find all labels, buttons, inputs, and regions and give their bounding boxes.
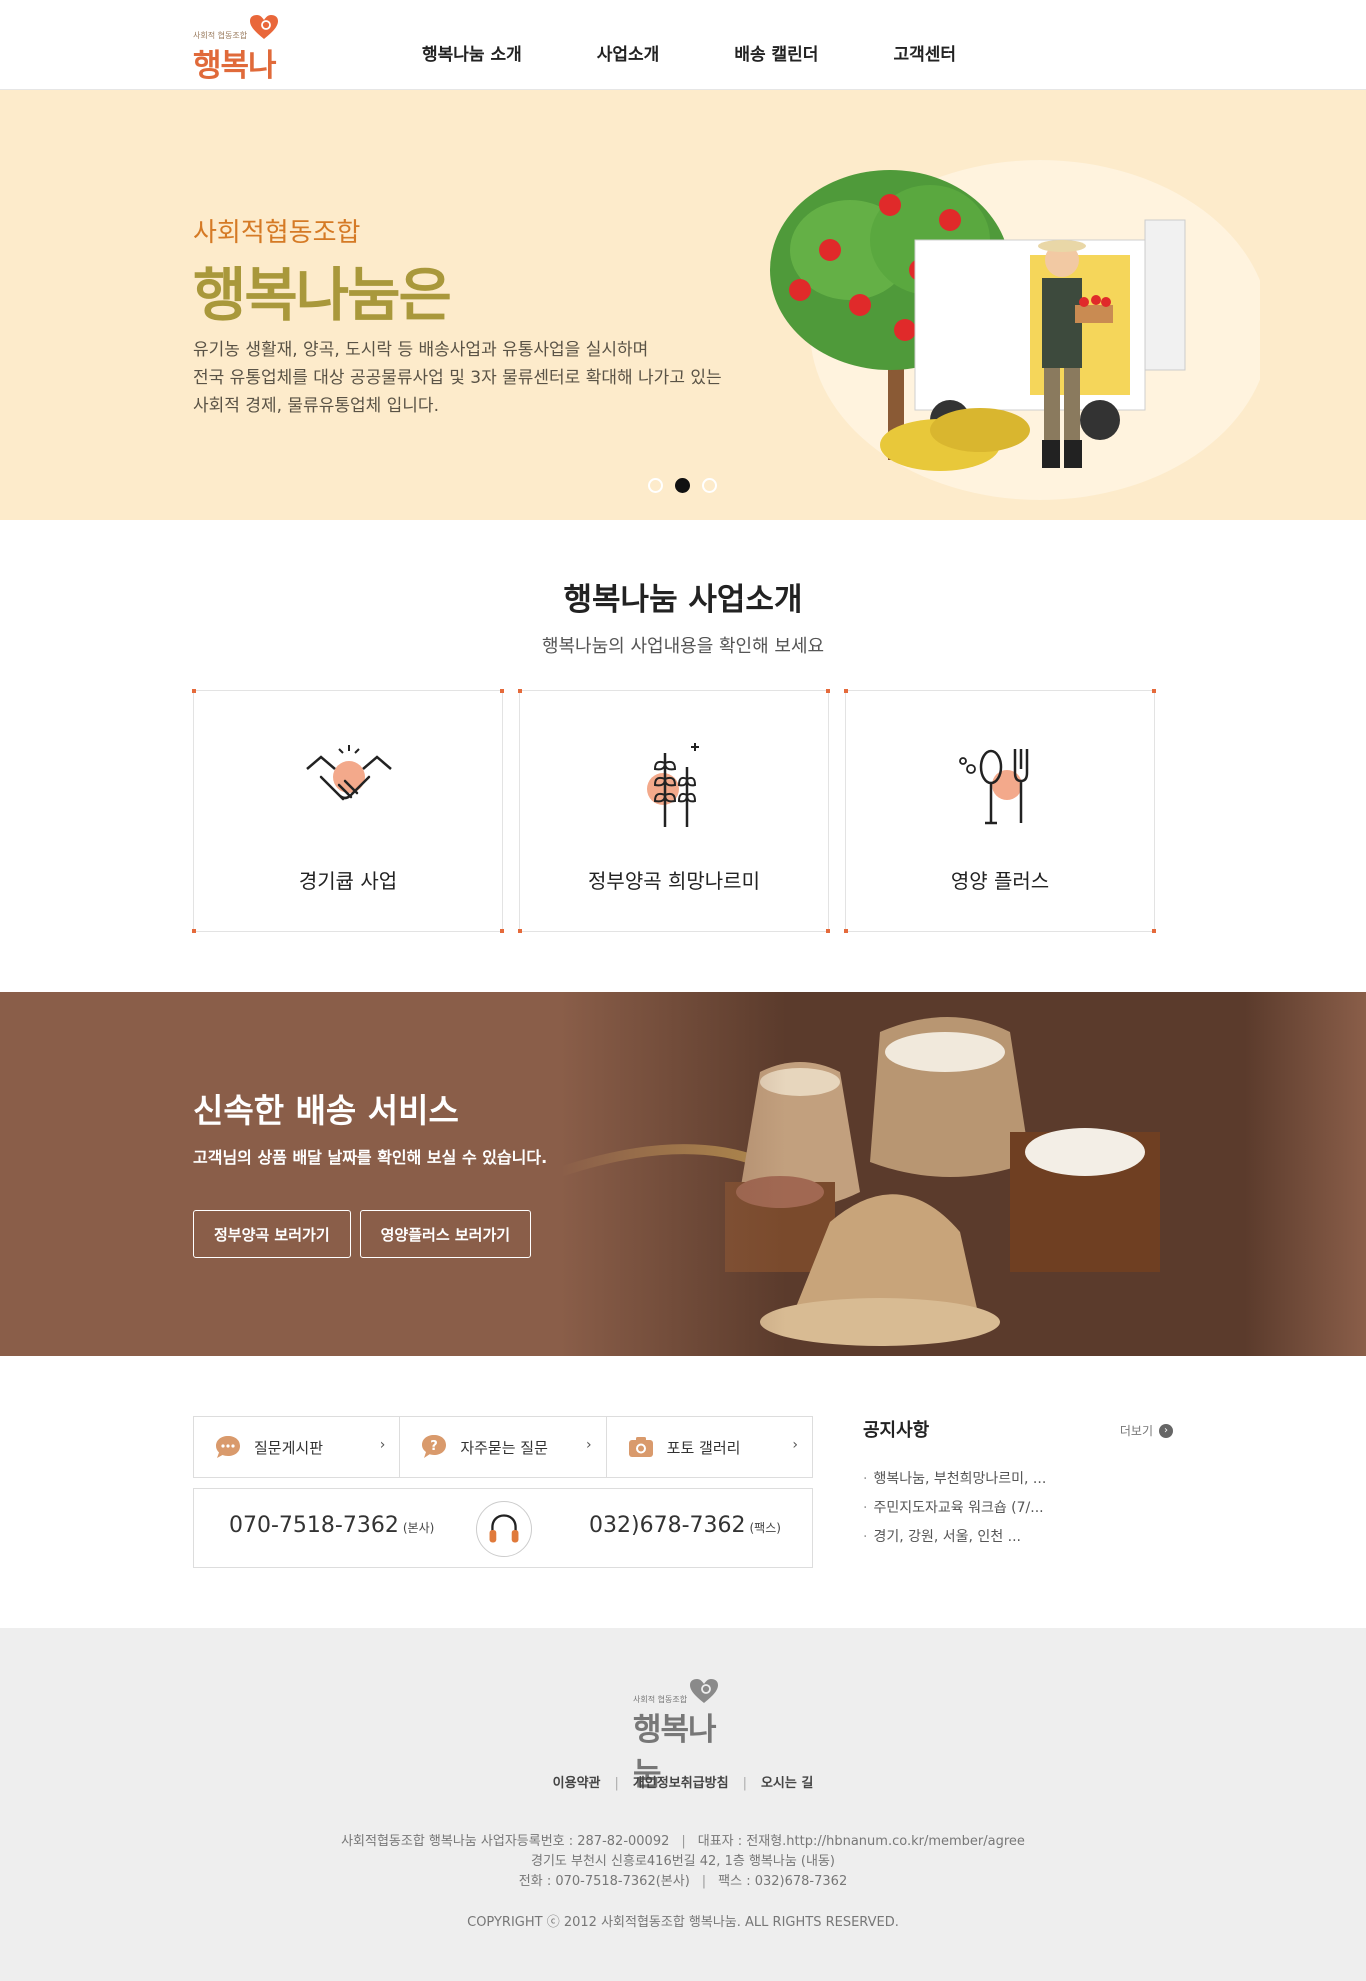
delivery-section: 신속한 배송 서비스 고객님의 상품 배달 날짜를 확인해 보실 수 있습니다.… — [0, 992, 1366, 1356]
delivery-title: 신속한 배송 서비스 — [193, 1091, 459, 1130]
heart-logo-icon — [250, 15, 278, 39]
company-info: 사회적협동조합 행복나눔 사업자등록번호 : 287-82-00092 | 대표자 … — [0, 1832, 1366, 1892]
handshake-icon — [306, 745, 392, 801]
nav-business[interactable]: 사업소개 — [597, 40, 660, 65]
slide-dot-1[interactable] — [648, 478, 663, 493]
business-card-grain[interactable]: 정부양곡 희망나르미 — [518, 689, 830, 933]
fax-phone: 032)678-7362 (팩스) — [589, 1513, 781, 1538]
hero-subtitle: 사회적협동조합 — [193, 218, 361, 248]
address-text: 경기도 부천시 신흥로416번길 42, 1층 행복나눔 (내동) — [531, 1854, 835, 1869]
notice-panel: 공지사항 더보기 › 행복나눔, 부천희망나르미, ... 주민지도자교육 워크… — [863, 1416, 1173, 1555]
business-heading: 행복나눔 사업소개 — [563, 582, 803, 618]
delivery-buttons: 정부양곡 보러가기 영양플러스 보러가기 — [193, 1210, 532, 1258]
hero-banner: 사회적협동조합 행복나눔은 유기농 생활재, 양곡, 도시락 등 배송사업과 유… — [0, 90, 1366, 520]
ceo-text: 대표자 : 전재형.http://hbnanum.co.kr/member/ag… — [697, 1834, 1025, 1849]
notice-more-link[interactable]: 더보기 › — [1120, 1422, 1173, 1439]
hero-desc-line: 전국 유통업체를 대상 공공물류사업 및 3자 물류센터로 확대해 나가고 있는 — [193, 368, 722, 388]
more-label: 더보기 — [1119, 1424, 1153, 1438]
site-logo[interactable]: 사회적 협동조합 행복나눔 — [193, 14, 293, 129]
contact-phones: 070-7518-7362 (본사) 032)678-7362 (팩스) — [193, 1488, 813, 1568]
directions-link[interactable]: 오시는 길 — [761, 1776, 813, 1791]
grain-view-button[interactable]: 정부양곡 보러가기 — [193, 1210, 351, 1258]
business-card-nutrition[interactable]: 영양 플러스 — [844, 689, 1156, 933]
card-label: 정부양곡 희망나르미 — [588, 869, 760, 893]
chevron-right-icon: › — [379, 1437, 386, 1453]
fax-phone-number: 032)678-7362 — [589, 1513, 746, 1538]
notice-item[interactable]: 경기, 강원, 서울, 인천 ... — [863, 1526, 1173, 1546]
wheat-icon — [647, 743, 699, 827]
site-header: 사회적 협동조합 행복나눔 행복나눔 소개 사업소개 배송 캘린더 고객센터 — [0, 0, 1366, 129]
business-subheading: 행복나눔의 사업내용을 확인해 보세요 — [541, 636, 825, 657]
card-label: 영양 플러스 — [950, 869, 1050, 893]
support-section: 질문게시판 › ? 자주묻는 질문 › 포토 갤러리 › 070-7518-73… — [0, 1356, 1366, 1628]
qna-board-link[interactable]: 질문게시판 › — [194, 1417, 401, 1477]
info-line: 사회적협동조합 행복나눔 사업자등록번호 : 287-82-00092 | 대표자 … — [341, 1834, 1025, 1849]
main-phone-tag: (본사) — [402, 1521, 435, 1535]
business-card-gyeonggi[interactable]: 경기큡 사업 — [192, 689, 504, 933]
hero-description: 유기농 생활재, 양곡, 도시락 등 배송사업과 유통사업을 실시하며 전국 유… — [193, 336, 722, 420]
nav-customer-center[interactable]: 고객센터 — [893, 40, 956, 65]
footer-links: 이용약관 | 개인정보취급방침 | 오시는 길 — [552, 1776, 814, 1791]
slide-dot-3[interactable] — [702, 478, 717, 493]
faq-link[interactable]: ? 자주묻는 질문 › — [400, 1417, 607, 1477]
camera-icon — [628, 1437, 653, 1457]
privacy-link[interactable]: 개인정보취급방침 — [633, 1776, 729, 1791]
question-bubble-icon: ? — [422, 1435, 447, 1458]
grain-sacks-image — [560, 992, 1366, 1356]
slide-indicators — [648, 478, 717, 493]
main-phone: 070-7518-7362 (본사) — [229, 1513, 434, 1538]
chevron-right-icon: › — [586, 1437, 592, 1453]
slide-dot-2[interactable] — [675, 478, 690, 493]
headset-icon — [476, 1501, 532, 1557]
chevron-right-circle-icon: › — [1159, 1423, 1173, 1438]
quick-link-label: 자주묻는 질문 — [460, 1438, 548, 1457]
svg-text:?: ? — [431, 1439, 439, 1454]
fax-phone-tag: (팩스) — [749, 1521, 781, 1535]
quick-link-label: 포토 갤러리 — [666, 1438, 741, 1457]
footer-fax-text: 팩스 : 032)678-7362 — [718, 1874, 848, 1889]
business-cards: 경기큡 사업 정부양곡 희망나르미 영양 플러스 — [192, 689, 1156, 933]
quick-link-label: 질문게시판 — [254, 1438, 324, 1457]
spoon-fork-icon — [959, 749, 1029, 825]
info-line: 전화 : 070-7518-7362(본사) | 팩스 : 032)678-7362 — [518, 1874, 848, 1889]
chevron-right-icon: › — [792, 1437, 798, 1453]
footer-logo: 사회적 협동조합 행복나눔 — [633, 1678, 733, 1793]
nutrition-view-button[interactable]: 영양플러스 보러가기 — [359, 1210, 532, 1258]
chat-bubble-icon — [216, 1436, 240, 1458]
copyright: COPYRIGHT ⓒ 2012 사회적협동조합 행복나눔. ALL RIGHT… — [467, 1915, 899, 1930]
main-nav: 행복나눔 소개 사업소개 배송 캘린더 고객센터 — [422, 40, 1031, 65]
business-reg-text: 사회적협동조합 행복나눔 사업자등록번호 : 287-82-00092 — [341, 1834, 670, 1849]
hero-desc-line: 유기농 생활재, 양곡, 도시락 등 배송사업과 유통사업을 실시하며 — [193, 340, 649, 360]
site-footer: 사회적 협동조합 행복나눔 이용약관 | 개인정보취급방침 | 오시는 길 사회적협동조… — [0, 1628, 1366, 1981]
nav-delivery-calendar[interactable]: 배송 캘린더 — [734, 40, 818, 65]
notice-list: 행복나눔, 부천희망나르미, ... 주민지도자교육 워크숍 (7/... 경기… — [863, 1468, 1173, 1546]
photo-gallery-link[interactable]: 포토 갤러리 › — [607, 1417, 812, 1477]
hero-desc-line: 사회적 경제, 물류유통업체 입니다. — [193, 396, 439, 416]
hero-illustration — [770, 160, 1260, 500]
notice-item[interactable]: 행복나눔, 부천희망나르미, ... — [863, 1468, 1173, 1488]
business-section: 행복나눔 사업소개 행복나눔의 사업내용을 확인해 보세요 경기큡 사업 정부양… — [0, 520, 1366, 992]
hero-title: 행복나눔은 — [193, 261, 452, 329]
heart-logo-icon — [690, 1679, 718, 1703]
delivery-description: 고객님의 상품 배달 날짜를 확인해 보실 수 있습니다. — [193, 1148, 548, 1167]
terms-link[interactable]: 이용약관 — [553, 1776, 601, 1791]
footer-phone-text: 전화 : 070-7518-7362(본사) — [518, 1874, 690, 1889]
main-phone-number: 070-7518-7362 — [229, 1513, 399, 1538]
nav-about[interactable]: 행복나눔 소개 — [422, 40, 522, 65]
notice-item[interactable]: 주민지도자교육 워크숍 (7/... — [863, 1497, 1173, 1517]
card-label: 경기큡 사업 — [298, 869, 398, 893]
quick-links: 질문게시판 › ? 자주묻는 질문 › 포토 갤러리 › — [193, 1416, 813, 1478]
